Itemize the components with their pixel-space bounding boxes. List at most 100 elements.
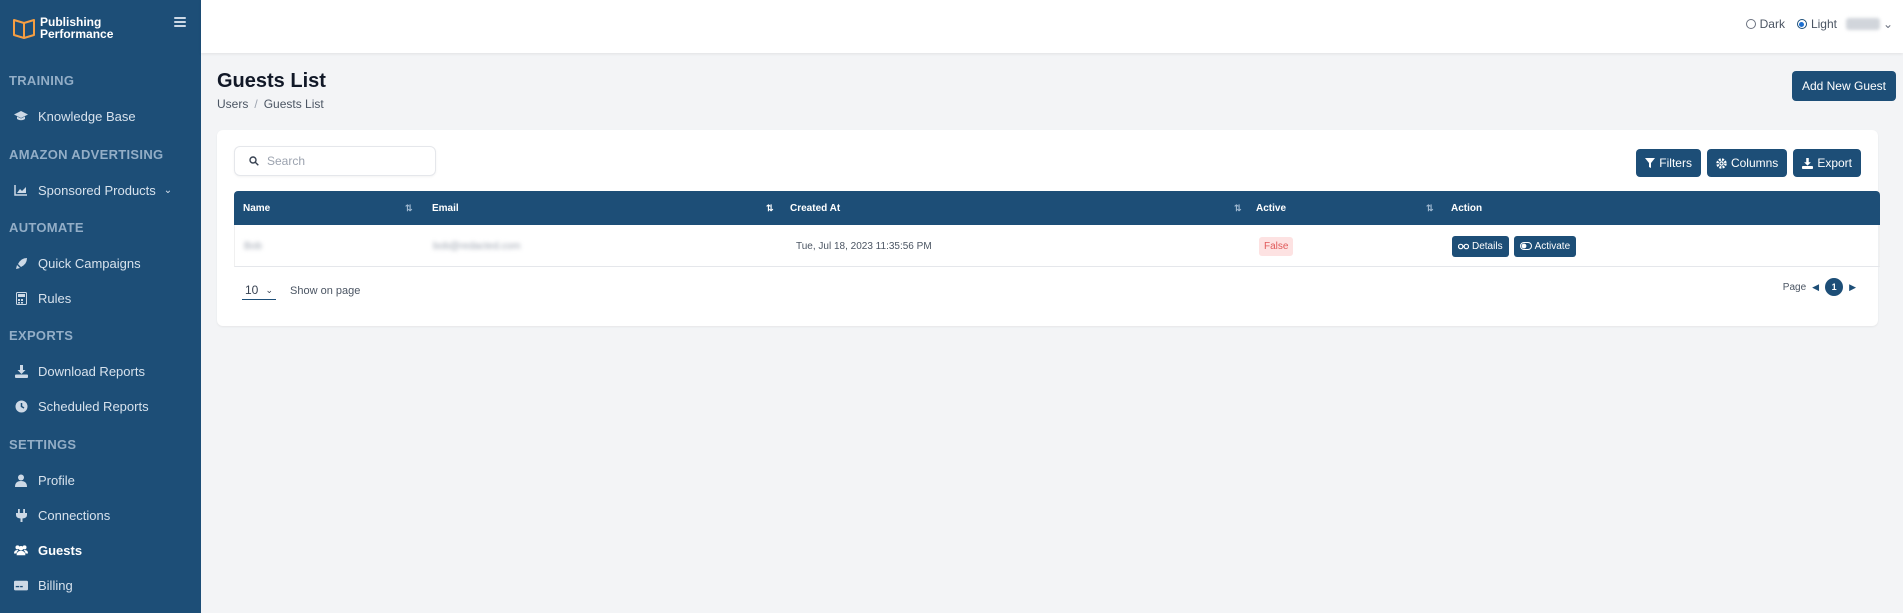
- guest-name: Bob: [244, 240, 262, 252]
- calculator-icon: [14, 291, 28, 305]
- sidebar-item-label: Guests: [38, 542, 83, 558]
- table-header: Name ⇅ Email ⇅ Created At ⇅ Active ⇅ Act…: [234, 191, 1880, 225]
- download-icon: [1802, 157, 1814, 169]
- page-label: Page: [1782, 281, 1807, 293]
- column-header-active[interactable]: Active: [1256, 191, 1286, 225]
- theme-dark-label[interactable]: Dark: [1760, 17, 1785, 31]
- sidebar-item-profile[interactable]: Profile: [14, 469, 75, 491]
- add-new-guest-button[interactable]: Add New Guest: [1791, 71, 1896, 101]
- theme-dark-radio[interactable]: [1745, 19, 1756, 29]
- sidebar-item-label: Scheduled Reports: [38, 398, 149, 414]
- sidebar-item-label: Rules: [38, 290, 72, 306]
- guest-email: bob@redacted.com: [433, 240, 521, 252]
- per-page-value: 10: [245, 283, 259, 297]
- sidebar-item-quick-campaigns[interactable]: Quick Campaigns: [14, 252, 141, 274]
- next-page-icon[interactable]: ▶: [1849, 282, 1856, 293]
- breadcrumb-separator: /: [254, 97, 258, 111]
- sort-icon[interactable]: ⇅: [1234, 203, 1242, 214]
- brand-logo[interactable]: Publishing Performance: [12, 14, 113, 42]
- status-badge: False: [1259, 236, 1294, 256]
- sidebar-item-knowledge-base[interactable]: Knowledge Base: [14, 105, 136, 127]
- users-icon: [14, 543, 28, 557]
- per-page-control: 10 ⌄ Show on page: [242, 281, 360, 300]
- guests-card: Filters Columns Export Name ⇅ Email ⇅ Cr…: [217, 130, 1880, 326]
- glasses-icon: [1458, 242, 1469, 250]
- breadcrumb-current: Guests List: [263, 97, 324, 111]
- pagination: Page ◀ 1 ▶: [1783, 278, 1862, 296]
- breadcrumb-users[interactable]: Users: [217, 97, 248, 111]
- export-button[interactable]: Export: [1793, 149, 1861, 177]
- export-label: Export: [1817, 156, 1852, 170]
- page-title: Guests List: [217, 70, 326, 92]
- table-toolbar: Filters Columns Export: [1630, 149, 1861, 177]
- sort-icon[interactable]: ⇅: [766, 203, 774, 214]
- search-input[interactable]: [267, 154, 427, 168]
- per-page-select[interactable]: 10 ⌄: [242, 281, 276, 300]
- sidebar-item-scheduled-reports[interactable]: Scheduled Reports: [14, 395, 149, 417]
- sidebar-item-rules[interactable]: Rules: [14, 287, 71, 309]
- sidebar-item-billing[interactable]: Billing: [14, 574, 73, 596]
- column-header-email[interactable]: Email: [432, 191, 459, 225]
- chevron-down-icon: ⌄: [1882, 17, 1893, 31]
- sidebar-item-download-reports[interactable]: Download Reports: [14, 360, 145, 382]
- theme-light-label[interactable]: Light: [1811, 17, 1837, 31]
- sidebar-item-label: Sponsored Products: [38, 182, 156, 198]
- gear-icon: [1716, 157, 1727, 169]
- brand-name: Publishing Performance: [40, 15, 114, 41]
- details-button[interactable]: Details: [1452, 235, 1509, 257]
- rocket-icon: [14, 256, 28, 270]
- clock-icon: [14, 399, 28, 413]
- details-label: Details: [1472, 240, 1503, 252]
- activate-button[interactable]: Activate: [1513, 235, 1577, 257]
- prev-page-icon[interactable]: ◀: [1812, 282, 1819, 293]
- book-logo-icon: [13, 19, 35, 39]
- section-title-automate: AUTOMATE: [9, 220, 84, 235]
- activate-label: Activate: [1534, 240, 1571, 252]
- sidebar-item-connections[interactable]: Connections: [14, 504, 110, 526]
- user-icon: [14, 473, 28, 487]
- plug-icon: [14, 508, 28, 522]
- sidebar-item-label: Download Reports: [38, 363, 145, 379]
- user-name-redacted: [1845, 18, 1880, 30]
- sidebar: Publishing Performance TRAINING Knowledg…: [0, 0, 201, 613]
- column-header-action: Action: [1451, 202, 1483, 214]
- page-number-current[interactable]: 1: [1825, 278, 1844, 296]
- filters-label: Filters: [1659, 156, 1692, 170]
- section-title-training: TRAINING: [9, 73, 75, 88]
- sidebar-item-label: Knowledge Base: [38, 108, 136, 124]
- sort-icon[interactable]: ⇅: [1426, 203, 1434, 214]
- chart-area-icon: [14, 183, 28, 197]
- download-icon: [14, 364, 28, 378]
- sidebar-item-label: Quick Campaigns: [38, 255, 141, 271]
- column-header-name[interactable]: Name: [243, 191, 270, 225]
- per-page-label: Show on page: [290, 284, 361, 297]
- guest-created-at: Tue, Jul 18, 2023 11:35:56 PM: [796, 240, 932, 252]
- search-box[interactable]: [234, 146, 436, 176]
- credit-card-icon: [14, 578, 28, 592]
- filters-button[interactable]: Filters: [1636, 149, 1701, 177]
- column-header-created-at[interactable]: Created At: [790, 191, 840, 225]
- guests-table: Name ⇅ Email ⇅ Created At ⇅ Active ⇅ Act…: [234, 191, 1880, 267]
- chevron-down-icon: ⌄: [265, 284, 273, 295]
- sidebar-item-label: Profile: [38, 472, 75, 488]
- section-title-exports: EXPORTS: [9, 328, 74, 343]
- filter-icon: [1645, 158, 1656, 168]
- sidebar-item-sponsored-products[interactable]: Sponsored Products ⌄: [14, 179, 172, 201]
- topbar: Dark Light ⌄: [201, 0, 1903, 53]
- section-title-amazon-advertising: AMAZON ADVERTISING: [9, 147, 164, 162]
- menu-toggle-icon[interactable]: [174, 17, 186, 27]
- columns-button[interactable]: Columns: [1706, 149, 1788, 177]
- breadcrumb: Users / Guests List: [217, 97, 324, 111]
- columns-label: Columns: [1730, 156, 1779, 170]
- sort-icon[interactable]: ⇅: [405, 203, 413, 214]
- sidebar-item-label: Connections: [38, 507, 111, 523]
- section-title-settings: SETTINGS: [9, 437, 77, 452]
- graduation-cap-icon: [14, 109, 28, 123]
- table-footer: 10 ⌄ Show on page Page ◀ 1 ▶: [234, 271, 1880, 311]
- theme-light-radio[interactable]: [1796, 19, 1807, 29]
- chevron-down-icon: ⌄: [163, 184, 173, 196]
- search-icon: [249, 156, 259, 166]
- theme-switcher: Dark Light: [1745, 17, 1849, 31]
- sidebar-item-guests[interactable]: Guests: [14, 539, 82, 561]
- user-menu[interactable]: ⌄: [1845, 17, 1893, 31]
